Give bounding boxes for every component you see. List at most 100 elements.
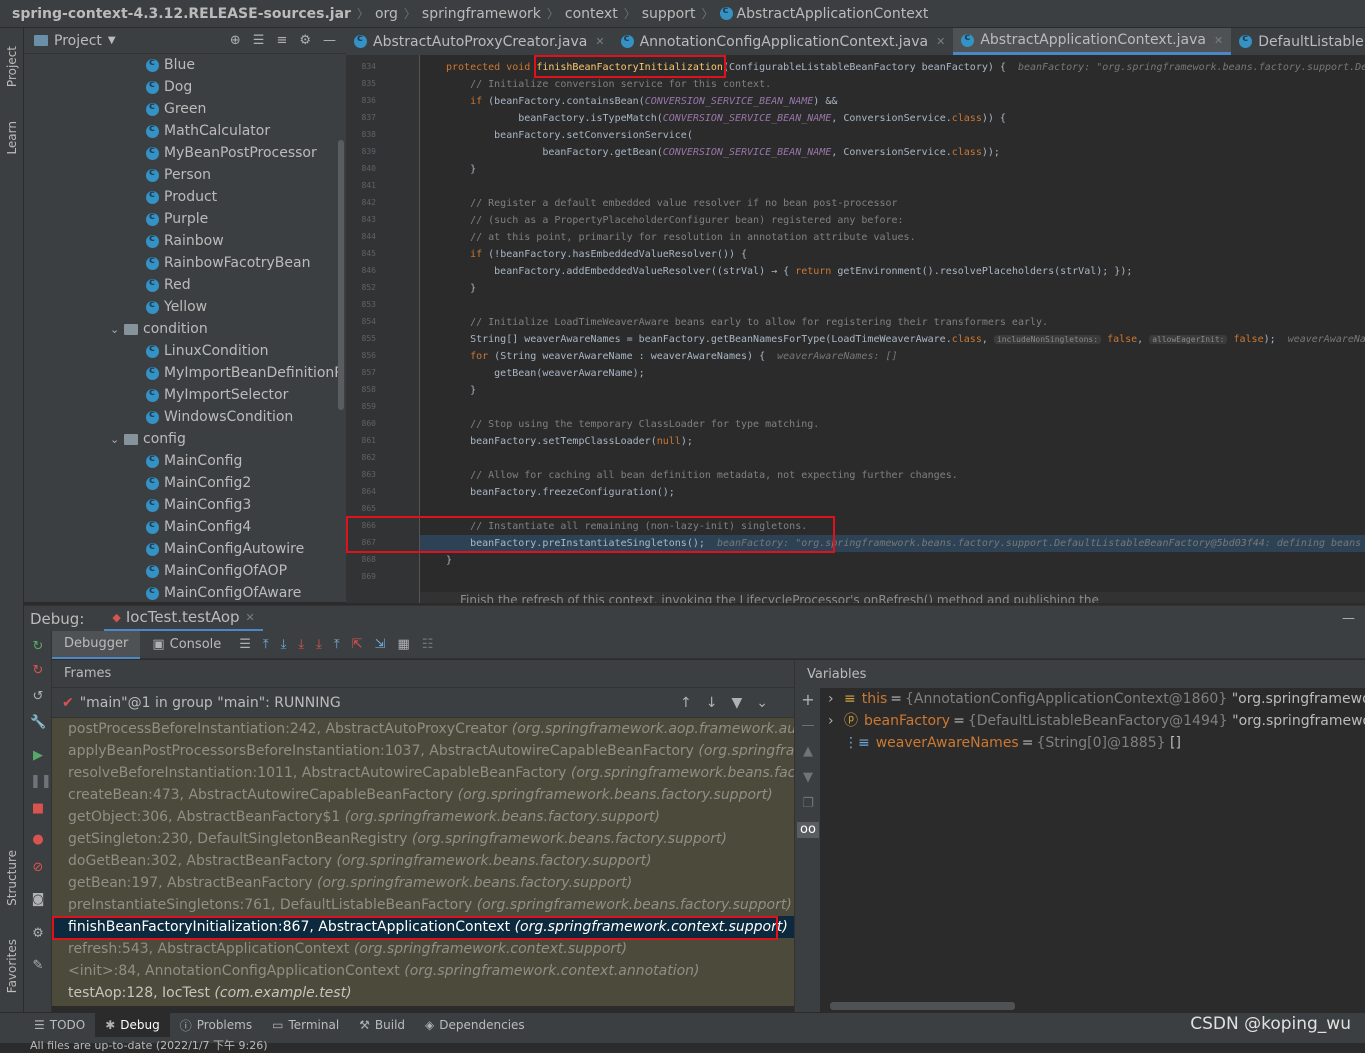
mute-breakpoints-icon[interactable]: ⊘ (30, 860, 46, 876)
stack-frame[interactable]: createBean:473, AbstractAutowireCapableB… (52, 784, 794, 806)
trace-icon[interactable]: ☷ (422, 637, 434, 652)
minimize-icon[interactable]: — (1342, 611, 1355, 626)
show-execution-point-icon[interactable]: ⤒ (263, 637, 269, 652)
close-icon[interactable]: ✕ (595, 35, 604, 48)
favorites-tool-tab[interactable]: Favorites (0, 926, 24, 1006)
move-down-icon[interactable]: ▼ (800, 770, 816, 786)
rerun-failed-icon[interactable]: ↻ (30, 663, 46, 679)
stack-frame[interactable]: getBean:197, AbstractBeanFactory (org.sp… (52, 872, 794, 894)
view-breakpoints-icon[interactable]: ● (30, 832, 46, 848)
tree-item[interactable]: MainConfig (24, 450, 346, 472)
chevron-right-icon[interactable]: › (828, 688, 844, 710)
tab-console[interactable]: ▣ Console (140, 631, 233, 659)
tab-debugger[interactable]: Debugger (52, 630, 141, 659)
project-tool-tab[interactable]: Project (0, 32, 24, 102)
bottom-tab[interactable]: ☰ TODO (24, 1013, 95, 1037)
editor-tab[interactable]: AbstractApplicationContext.java ✕ (953, 28, 1232, 55)
stack-frame[interactable]: resolveBeforeInstantiation:1011, Abstrac… (52, 762, 794, 784)
tree-item[interactable]: MyBeanPostProcessor (24, 142, 346, 164)
tree-item[interactable]: Blue (24, 54, 346, 76)
bottom-tab[interactable]: ⚒ Build (349, 1013, 415, 1037)
stack-frame[interactable]: preInstantiateSingletons:761, DefaultLis… (52, 894, 794, 916)
breadcrumb-item[interactable]: springframework (422, 6, 541, 22)
stack-frame[interactable]: <init>:84, AnnotationConfigApplicationCo… (52, 960, 794, 982)
step-over-icon[interactable]: ⤓ (281, 637, 287, 652)
up-arrow-icon[interactable]: ↑ (680, 695, 692, 711)
watches-toggle-icon[interactable]: oo (797, 822, 819, 838)
locate-icon[interactable]: ⊕ (230, 33, 241, 48)
breadcrumb-item[interactable]: spring-context-4.3.12.RELEASE-sources.ja… (12, 6, 351, 22)
chevron-right-icon[interactable]: › (828, 710, 844, 732)
stack-frame[interactable]: testAop:128, IocTest (com.example.test) (52, 982, 794, 1004)
breadcrumb-item[interactable]: AbstractApplicationContext (737, 6, 929, 22)
move-up-icon[interactable]: ▲ (800, 744, 816, 760)
breadcrumb-item[interactable]: org (375, 6, 398, 22)
project-panel-title[interactable]: Project (54, 33, 102, 49)
run-to-cursor-icon[interactable]: ⇲ (375, 637, 386, 652)
tree-item[interactable]: Product (24, 186, 346, 208)
tree-item[interactable]: Rainbow (24, 230, 346, 252)
tree-item[interactable]: RainbowFacotryBean (24, 252, 346, 274)
minimize-icon[interactable]: — (323, 33, 336, 48)
stack-frame[interactable]: finishBeanFactoryInitialization:867, Abs… (52, 916, 794, 938)
stack-frame[interactable]: refresh:543, AbstractApplicationContext … (52, 938, 794, 960)
variable-row[interactable]: › ≡ this = {AnnotationConfigApplicationConte… (820, 688, 1365, 710)
wrench-icon[interactable]: 🔧 (30, 715, 46, 731)
stack-frame[interactable]: getObject:306, AbstractBeanFactory$1 (or… (52, 806, 794, 828)
tree-item[interactable]: MainConfigOfAOP (24, 560, 346, 582)
tree-item[interactable]: Green (24, 98, 346, 120)
tree-item[interactable]: MainConfigAutowire (24, 538, 346, 560)
variable-row[interactable]: › ⓟ beanFactory = {DefaultListableBeanFactor… (820, 710, 1365, 732)
chevron-down-icon[interactable]: ▼ (108, 35, 116, 46)
bottom-tab[interactable]: ◈ Dependencies (415, 1013, 535, 1037)
tree-item[interactable]: WindowsCondition (24, 406, 346, 428)
tree-item[interactable]: MainConfig2 (24, 472, 346, 494)
tree-item[interactable]: MathCalculator (24, 120, 346, 142)
editor-tab[interactable]: DefaultListable (1231, 28, 1365, 55)
tree-item[interactable]: ⌄ condition (24, 318, 346, 340)
tree-item[interactable]: Dog (24, 76, 346, 98)
add-watch-icon[interactable]: + (800, 692, 816, 708)
editor-tab[interactable]: AbstractAutoProxyCreator.java ✕ (346, 28, 613, 55)
copy-icon[interactable]: ❐ (800, 796, 816, 812)
stack-frame[interactable]: applyBeanPostProcessorsBeforeInstantiati… (52, 740, 794, 762)
gear-icon[interactable]: ⚙ (299, 33, 311, 48)
tree-item[interactable]: Yellow (24, 296, 346, 318)
tree-item[interactable]: MyImportBeanDefinitionR (24, 362, 346, 384)
tree-item[interactable]: MainConfig3 (24, 494, 346, 516)
stack-frame[interactable]: doGetBean:302, AbstractBeanFactory (org.… (52, 850, 794, 872)
stop-icon[interactable]: ■ (30, 801, 46, 817)
drop-frame-icon[interactable]: ⇱ (352, 637, 363, 652)
collapse-all-icon[interactable]: ≡ (276, 33, 287, 48)
tree-scrollbar[interactable] (338, 140, 344, 410)
down-arrow-icon[interactable]: ↓ (706, 695, 718, 711)
camera-icon[interactable]: ◙ (30, 892, 46, 908)
tree-item[interactable]: Red (24, 274, 346, 296)
learn-tool-tab[interactable]: Learn (0, 108, 24, 168)
step-into-icon[interactable]: ⤓ (298, 637, 304, 652)
pause-icon[interactable]: ❚❚ (30, 774, 52, 790)
force-step-into-icon[interactable]: ⤓ (316, 637, 322, 652)
tree-item[interactable]: Person (24, 164, 346, 186)
bottom-tab[interactable]: ▭ Terminal (262, 1013, 349, 1037)
thread-selector[interactable]: ✔ "main"@1 in group "main": RUNNING ↑ ↓ … (52, 688, 794, 718)
bottom-tab[interactable]: ⓘ Problems (170, 1013, 262, 1037)
tree-item[interactable]: LinuxCondition (24, 340, 346, 362)
menu-icon[interactable]: ☰ (239, 637, 251, 652)
gear-icon[interactable]: ⚙ (30, 926, 46, 942)
close-icon[interactable]: ✕ (1214, 34, 1223, 47)
pin-icon[interactable]: ✎ (30, 958, 46, 974)
toggle-auto-test-icon[interactable]: ↺ (30, 689, 46, 705)
evaluate-expression-icon[interactable]: ▦ (397, 637, 409, 652)
bottom-tab[interactable]: ✱ Debug (95, 1013, 170, 1037)
step-out-icon[interactable]: ⤒ (334, 637, 340, 652)
tree-item[interactable]: MyImportSelector (24, 384, 346, 406)
tree-item[interactable]: MainConfig4 (24, 516, 346, 538)
remove-watch-icon[interactable]: — (800, 718, 816, 734)
resume-icon[interactable]: ▶ (30, 748, 46, 764)
variable-row[interactable]: ⋮≡ weaverAwareNames = {String[0]@1885} [] (820, 732, 1365, 754)
stack-frame[interactable]: getSingleton:230, DefaultSingletonBeanRe… (52, 828, 794, 850)
structure-tool-tab[interactable]: Structure (0, 838, 24, 918)
tree-item[interactable]: Purple (24, 208, 346, 230)
stack-frame[interactable]: postProcessBeforeInstantiation:242, Abst… (52, 718, 794, 740)
